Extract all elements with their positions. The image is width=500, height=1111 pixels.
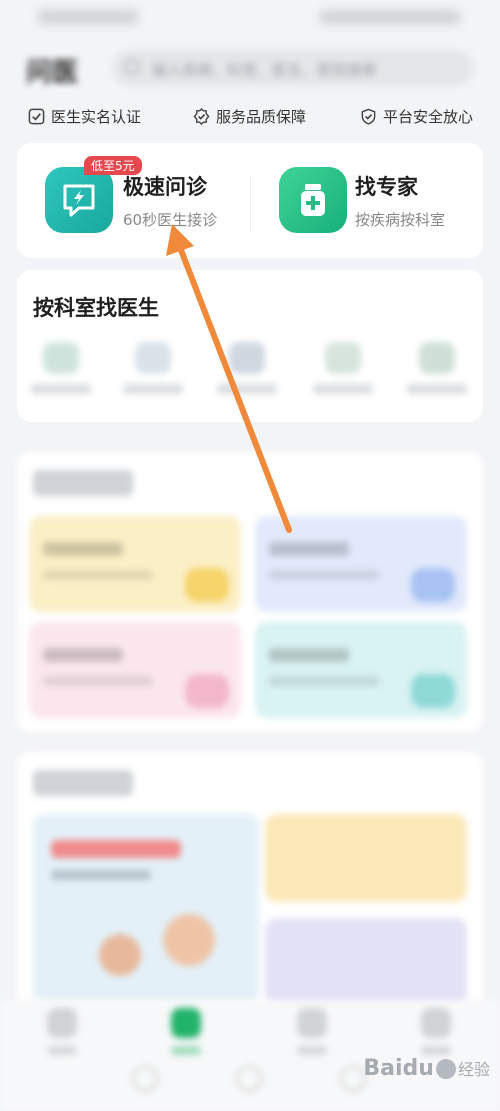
status-bar <box>0 0 500 36</box>
nav-tab[interactable] <box>406 1008 466 1055</box>
assurance-strip: 医生实名认证 服务品质保障 平台安全放心 <box>0 102 500 132</box>
service-card: 低至5元 极速问诊 60秒医生接诊 找专家 按疾病按科室 <box>17 143 483 258</box>
find-expert-subtitle: 按疾病按科室 <box>355 211 446 229</box>
special-clinic-card <box>17 452 483 732</box>
assurance-label: 平台安全放心 <box>383 108 474 126</box>
search-placeholder: 输入疾病、科室、医生、医院搜索 <box>152 61 378 79</box>
checkbox-icon <box>28 108 45 125</box>
department-item[interactable] <box>113 342 193 394</box>
system-home-button[interactable] <box>236 1066 262 1092</box>
divider <box>250 175 251 231</box>
department-item[interactable] <box>21 342 101 394</box>
system-back-button[interactable] <box>132 1066 158 1092</box>
promo-banner[interactable] <box>33 814 259 1004</box>
clinic-tile[interactable] <box>29 516 241 612</box>
department-item[interactable] <box>303 342 383 394</box>
search-input[interactable]: 输入疾病、科室、医生、医院搜索 <box>112 50 474 86</box>
clinic-tile[interactable] <box>29 622 241 718</box>
watermark-logo: Baidu 经验 <box>363 1056 490 1081</box>
system-recents-button[interactable] <box>340 1066 366 1092</box>
discount-badge: 低至5元 <box>84 156 142 175</box>
assurance-label: 医生实名认证 <box>51 108 142 126</box>
find-expert-button[interactable] <box>279 167 347 233</box>
shield-check-icon <box>361 108 376 125</box>
page-title: 问医 <box>26 58 79 88</box>
department-section-title: 按科室找医生 <box>33 296 159 320</box>
lightning-chat-icon <box>63 184 95 217</box>
department-card: 按科室找医生 <box>17 270 483 422</box>
hot-service-tile[interactable] <box>265 918 467 1006</box>
nav-tab[interactable] <box>32 1008 92 1055</box>
check-badge-icon <box>193 108 210 125</box>
clinic-tile[interactable] <box>255 516 467 612</box>
assurance-item-safety: 平台安全放心 <box>360 106 473 127</box>
assurance-label: 服务品质保障 <box>216 108 307 126</box>
assurance-item-realname: 医生实名认证 <box>28 106 141 127</box>
paw-icon <box>435 1059 456 1079</box>
hot-services-card <box>17 752 483 1012</box>
search-icon <box>124 59 140 75</box>
department-item[interactable] <box>207 342 287 394</box>
page-header: 问医 输入疾病、科室、医生、医院搜索 <box>0 40 500 96</box>
quick-consult-button[interactable] <box>45 167 113 233</box>
medicine-bottle-icon <box>301 184 325 216</box>
clinic-section-title <box>33 470 133 496</box>
assurance-item-quality: 服务品质保障 <box>193 106 306 127</box>
clinic-tile[interactable] <box>255 622 467 718</box>
quick-consult-subtitle: 60秒医生接诊 <box>123 211 218 229</box>
nav-tab-active[interactable] <box>156 1008 216 1055</box>
find-expert-title[interactable]: 找专家 <box>355 171 418 201</box>
watermark-brand: Baidu <box>363 1056 434 1081</box>
quick-consult-title[interactable]: 极速问诊 <box>123 171 207 201</box>
nav-tab[interactable] <box>282 1008 342 1055</box>
department-item[interactable] <box>397 342 477 394</box>
watermark-suffix: 经验 <box>457 1060 490 1079</box>
hot-service-tile[interactable] <box>265 814 467 902</box>
hot-section-title <box>33 770 133 796</box>
